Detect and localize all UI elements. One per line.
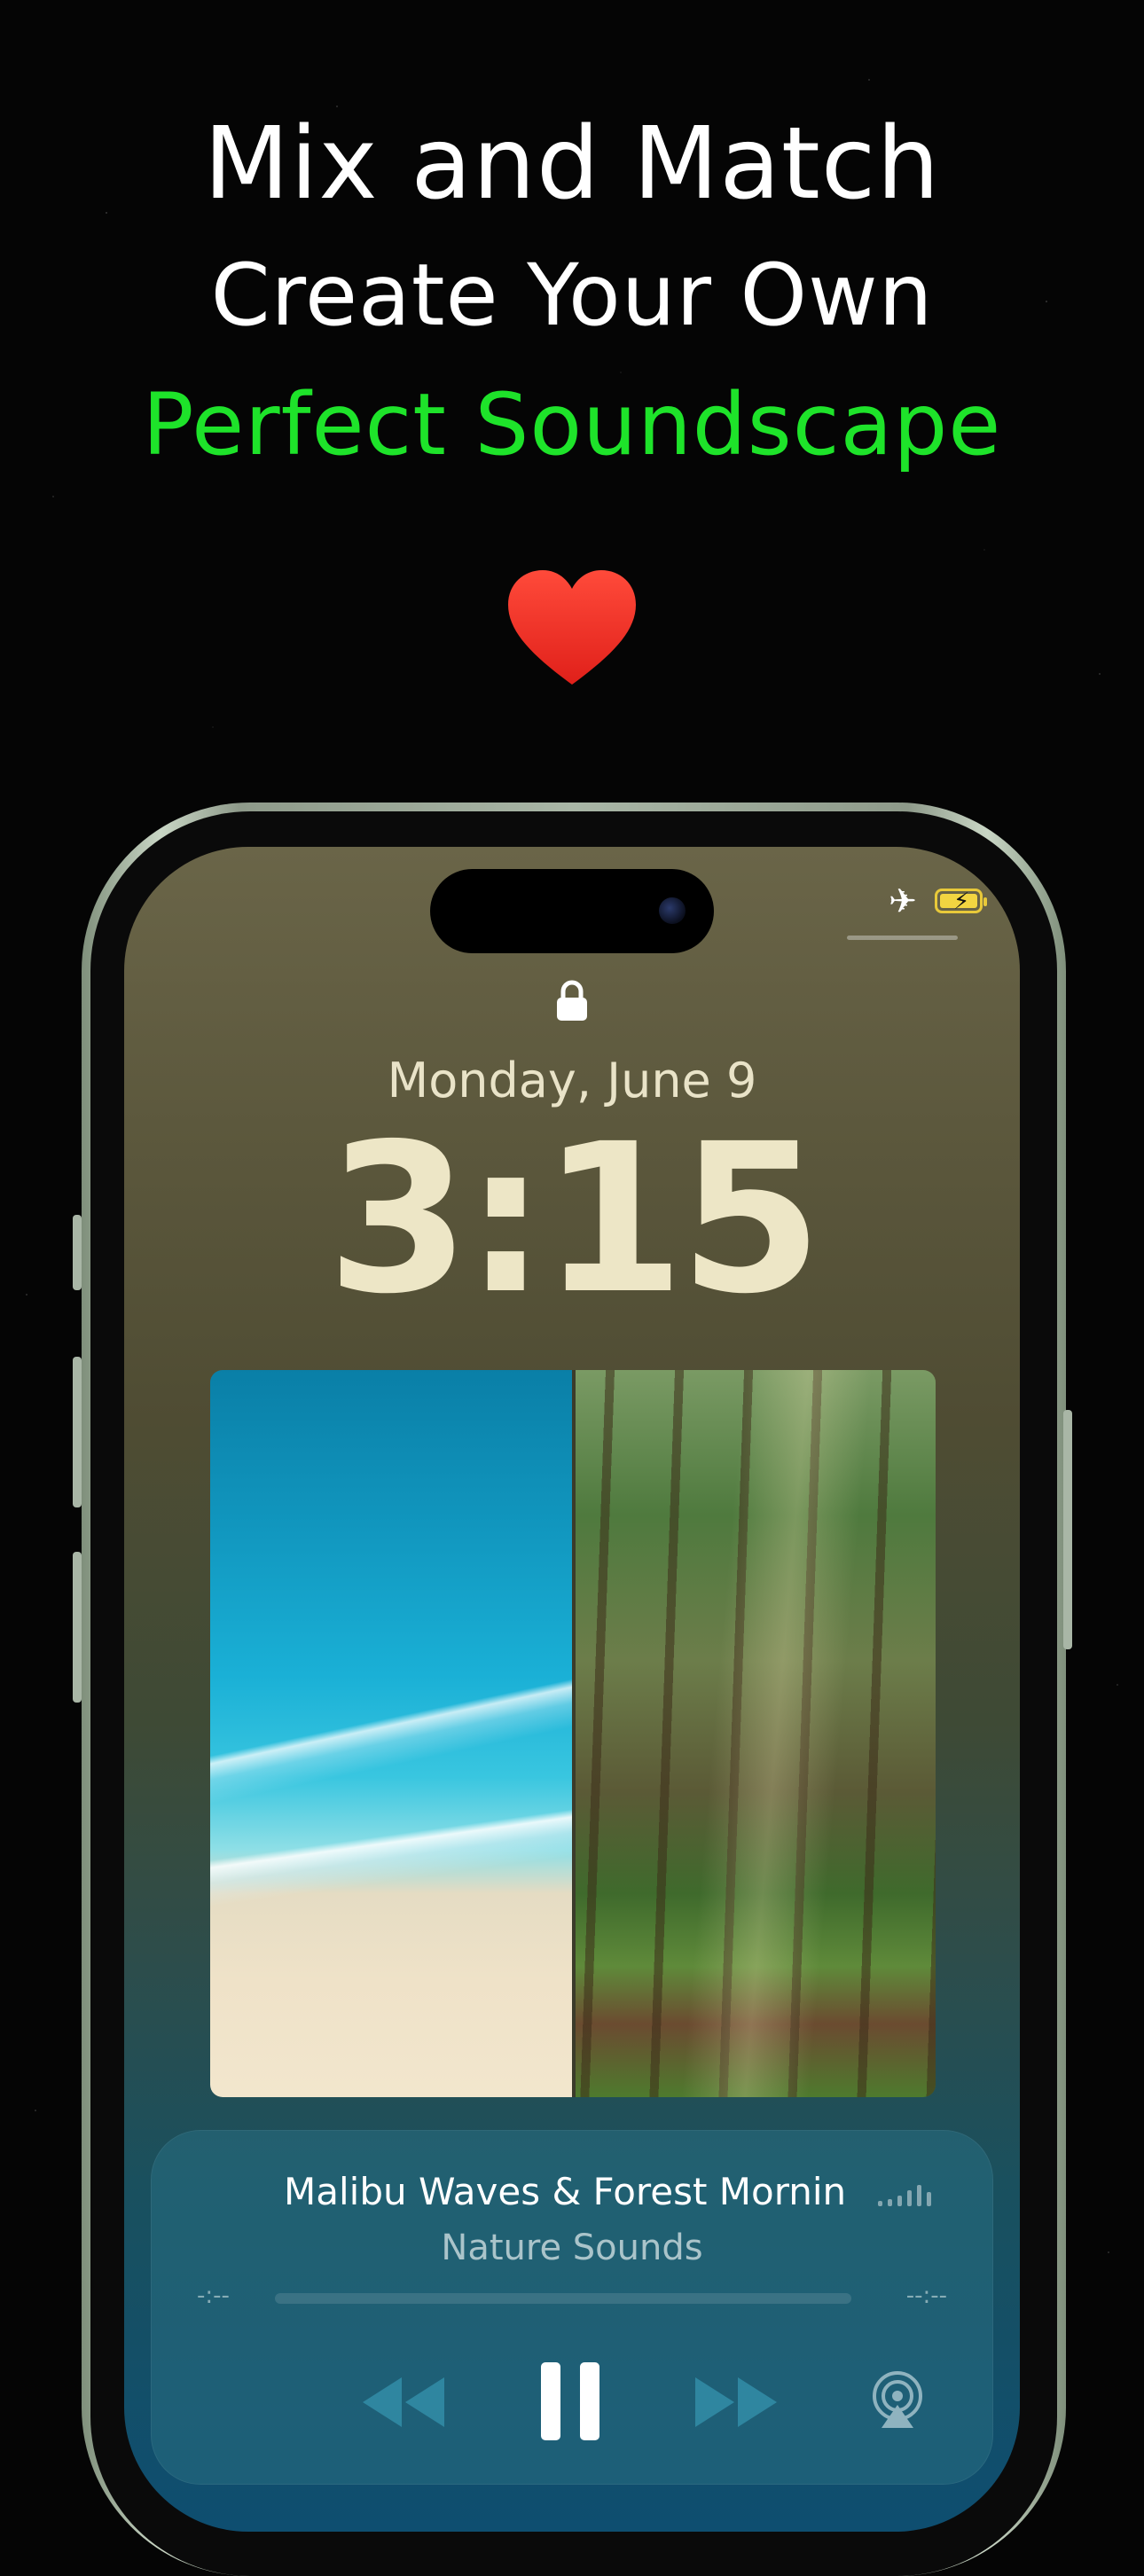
hero-headline: Mix and Match Create Your Own Perfect So… [0, 98, 1144, 489]
forest-image [576, 1370, 936, 2097]
playback-scrubber[interactable] [275, 2293, 851, 2304]
power-button [1063, 1410, 1072, 1649]
audio-levels-icon [878, 2185, 931, 2206]
status-bar: ✈ ⚡ [889, 881, 987, 920]
lock-screen: ✈ ⚡ Monday, June 9 3:15 Malibu Waves & F… [124, 847, 1020, 2532]
track-subtitle: Nature Sounds [441, 2228, 703, 2268]
heart-icon [508, 570, 636, 685]
track-title: Malibu Waves & Forest Mornin [284, 2170, 847, 2213]
fast-forward-icon[interactable] [692, 2374, 780, 2431]
pause-icon[interactable] [539, 2361, 601, 2442]
battery-charging-icon: ⚡ [935, 889, 987, 914]
rewind-icon[interactable] [359, 2374, 448, 2431]
action-button [73, 1215, 82, 1290]
camera-lens [659, 897, 686, 924]
headline-line-3: Perfect Soundscape [142, 375, 1002, 474]
volume-down-button [73, 1552, 82, 1703]
volume-up-button [73, 1357, 82, 1507]
lock-icon [557, 980, 587, 1021]
now-playing-widget[interactable]: Malibu Waves & Forest Mornin Nature Soun… [151, 2130, 993, 2485]
headline-line-2: Create Your Own [210, 246, 934, 345]
headline-line-1: Mix and Match [203, 106, 941, 222]
airplay-icon[interactable] [869, 2369, 926, 2431]
remaining-time: --:-- [905, 2282, 947, 2309]
beach-image [210, 1370, 572, 2097]
lock-time: 3:15 [326, 1100, 822, 1339]
control-center-indicator[interactable] [847, 936, 958, 940]
elapsed-time: -:-- [197, 2282, 230, 2309]
airplane-icon: ✈ [889, 881, 917, 920]
album-artwork [210, 1370, 936, 2097]
dynamic-island [430, 869, 714, 953]
